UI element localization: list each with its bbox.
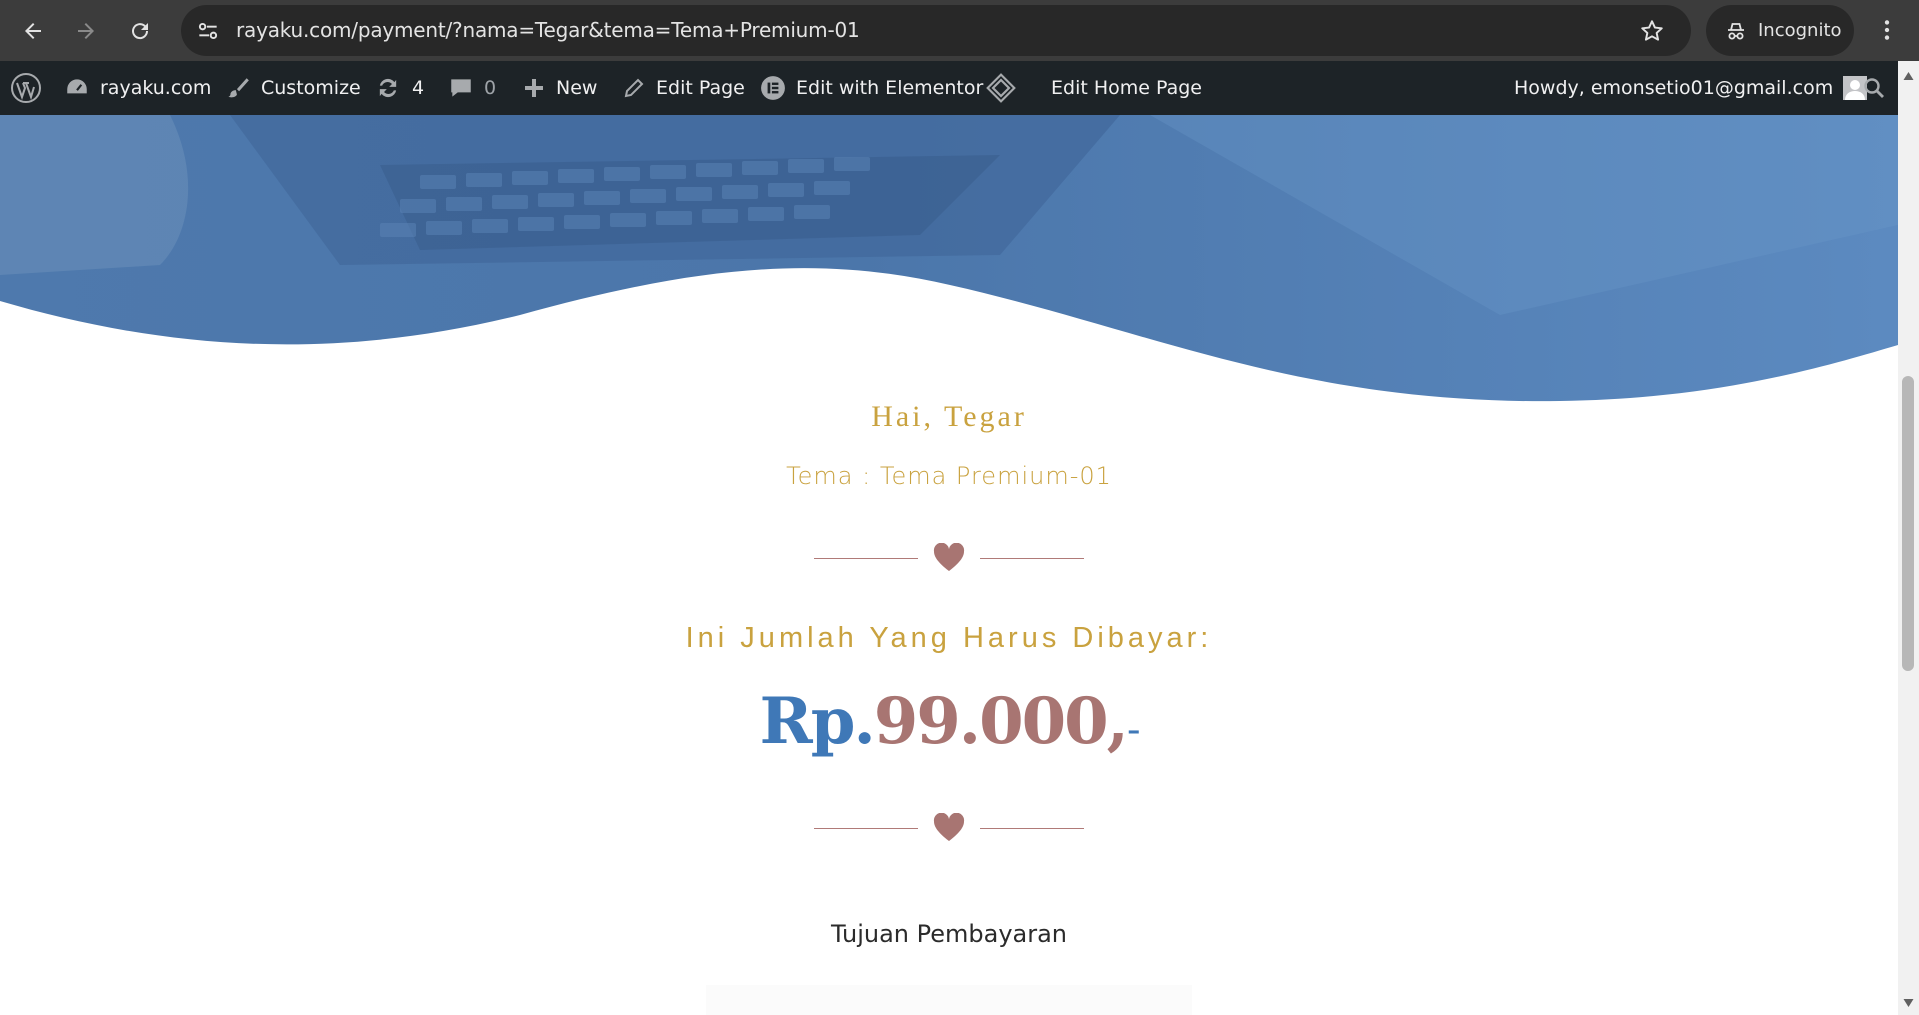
reload-icon [132,23,149,40]
elementor-icon [761,76,785,100]
edit-elementor-label: Edit with Elementor [796,77,984,99]
arrow-right-icon [78,23,94,39]
divider-line-right [980,828,1084,829]
amount-currency: Rp. [759,684,876,759]
incognito-indicator[interactable]: Incognito [1706,5,1854,56]
howdy-label: Howdy, emonsetio01@gmail.com [1514,77,1834,99]
new-content-link[interactable]: New [522,61,597,115]
amount-suffix: - [1126,707,1140,753]
wp-logo-menu[interactable] [10,61,52,115]
bookmark-star-icon[interactable] [1639,18,1665,44]
url-text[interactable]: rayaku.com/payment/?nama=Tegar&tema=Tema… [236,5,860,56]
page-scrollbar[interactable] [1898,61,1919,1015]
site-name-label: rayaku.com [100,77,212,99]
updates-link[interactable]: 4 [374,61,424,115]
my-account-menu[interactable]: Howdy, emonsetio01@gmail.com [1514,61,1868,115]
more-menu-icon[interactable] [1874,17,1900,43]
heart-divider-bottom [814,808,1084,848]
divider-line-right [980,558,1084,559]
scrollbar-thumb[interactable] [1902,376,1914,671]
diamond-template-icon [986,73,1016,103]
payment-destination-heading: Tujuan Pembayaran [830,920,1068,948]
updates-refresh-icon [379,78,397,98]
divider-line-left [814,558,918,559]
heart-divider-top [814,538,1084,578]
search-icon [1864,78,1884,98]
wordpress-logo-icon [11,73,41,103]
browser-toolbar: rayaku.com/payment/?nama=Tegar&tema=Tema… [0,0,1919,61]
hero-laptop-background [0,115,1898,415]
customize-link[interactable]: Customize [225,61,361,115]
heart-icon [933,813,965,841]
payment-amount: Rp.99.000,- [0,684,1898,759]
dashboard-gauge-icon [67,79,87,94]
theme-subtitle: Tema : Tema Premium-01 [786,462,1112,490]
comment-bubble-icon [451,79,471,97]
forward-button[interactable] [69,14,103,48]
plus-icon [525,79,543,97]
heart-icon [933,543,965,571]
payment-amount-label: Ini Jumlah Yang Harus Dibayar: [685,622,1213,654]
wp-admin-bar: rayaku.com Customize 4 0 New Edit Page E… [0,61,1919,115]
edit-home-label: Edit Home Page [1051,77,1202,99]
comments-count: 0 [484,77,497,99]
customize-label: Customize [261,77,361,99]
payment-destination-card [706,985,1192,1015]
edit-page-link[interactable]: Edit Page [622,61,745,115]
edit-elementor-link[interactable]: Edit with Elementor [760,61,983,115]
amount-value: 99.000, [873,684,1129,759]
address-bar[interactable]: rayaku.com/payment/?nama=Tegar&tema=Tema… [181,5,1691,56]
edit-home-page-link[interactable]: Edit Home Page [985,61,1202,115]
divider-line-left [814,828,918,829]
pencil-icon [624,78,644,98]
scroll-down-arrow-icon[interactable] [1902,998,1915,1008]
paintbrush-icon [228,78,249,98]
incognito-label: Incognito [1758,20,1842,41]
greeting-heading: Hai, Tegar [871,400,1027,433]
back-button[interactable] [16,14,50,48]
site-name-menu[interactable]: rayaku.com [64,61,211,115]
arrow-left-icon [25,23,41,39]
incognito-icon [1728,22,1744,39]
adminbar-search[interactable] [1862,61,1896,115]
site-settings-icon[interactable] [195,18,221,44]
new-label: New [556,77,598,99]
edit-page-label: Edit Page [656,77,745,99]
scroll-up-arrow-icon[interactable] [1902,71,1915,81]
updates-count: 4 [412,77,425,99]
comments-link[interactable]: 0 [448,61,496,115]
reload-button[interactable] [123,14,157,48]
